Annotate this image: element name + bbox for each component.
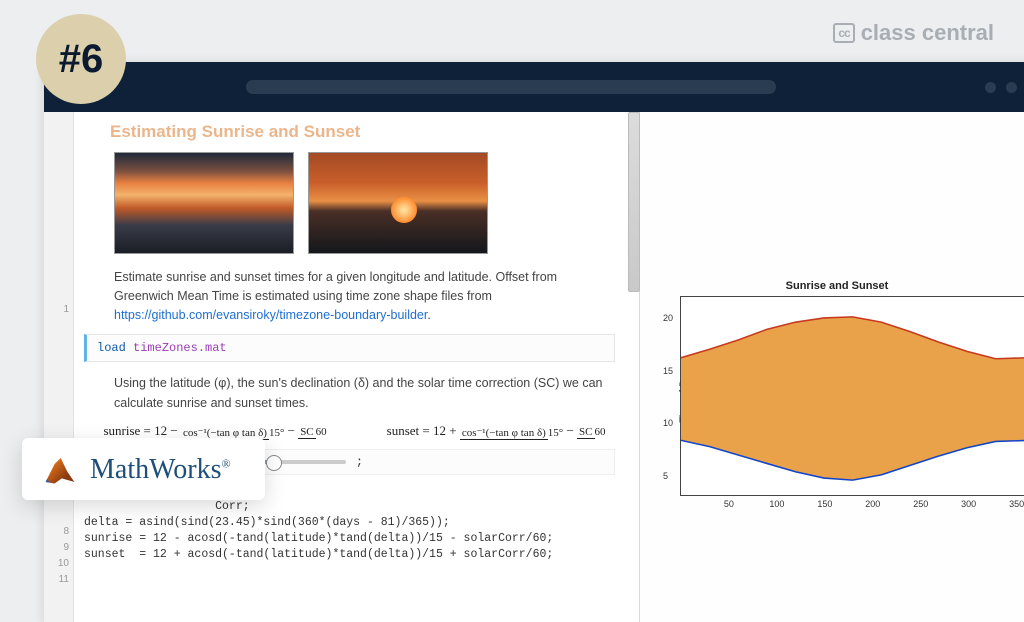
document-title: Estimating Sunrise and Sunset (110, 122, 625, 142)
chart-title: Sunrise and Sunset (652, 280, 1022, 292)
sunset-image-1 (114, 152, 294, 254)
sunset-image-2 (308, 152, 488, 254)
browser-chrome (44, 62, 1024, 112)
sunset-formula: sunset = 12 + cos⁻¹(−tan φ tan δ)15° − S… (387, 423, 606, 439)
window-controls (985, 82, 1024, 93)
editor-pane[interactable]: 1 2 8 9 10 11 Estimating Sunrise and Sun… (44, 112, 640, 622)
matlab-live-editor: 1 2 8 9 10 11 Estimating Sunrise and Sun… (44, 112, 1024, 622)
line-gutter: 1 2 8 9 10 11 (44, 112, 74, 622)
image-row (114, 152, 625, 254)
rank-badge: #6 (36, 14, 126, 104)
mathworks-badge: MathWorks® (22, 438, 265, 500)
mathworks-logo-icon (42, 455, 78, 485)
url-bar[interactable] (246, 80, 776, 94)
description-text: Estimate sunrise and sunset times for a … (114, 268, 615, 324)
formula-row: sunrise = 12 − cos⁻¹(−tan φ tan δ)15° − … (84, 423, 625, 439)
chart-axes[interactable]: Time of Day 510152050100150200250300350 (680, 296, 1024, 496)
code-cell-load[interactable]: load timeZones.mat (84, 334, 615, 362)
explanation-text: Using the latitude (φ), the sun's declin… (114, 374, 615, 413)
cc-icon: cc (833, 23, 854, 43)
output-pane: Sunrise and Sunset Time of Day 510152050… (640, 112, 1024, 622)
repo-link[interactable]: https://github.com/evansiroky/timezone-b… (114, 308, 427, 322)
sunrise-formula: sunrise = 12 − cos⁻¹(−tan φ tan δ)15° − … (103, 423, 326, 439)
browser-window: 1 2 8 9 10 11 Estimating Sunrise and Sun… (44, 62, 1024, 622)
class-central-logo: cc class central (833, 20, 994, 46)
chart-container: Sunrise and Sunset Time of Day 510152050… (652, 280, 1022, 496)
class-central-text: class central (861, 20, 994, 46)
chart-plot (681, 297, 1024, 496)
mathworks-name: MathWorks® (90, 454, 231, 486)
